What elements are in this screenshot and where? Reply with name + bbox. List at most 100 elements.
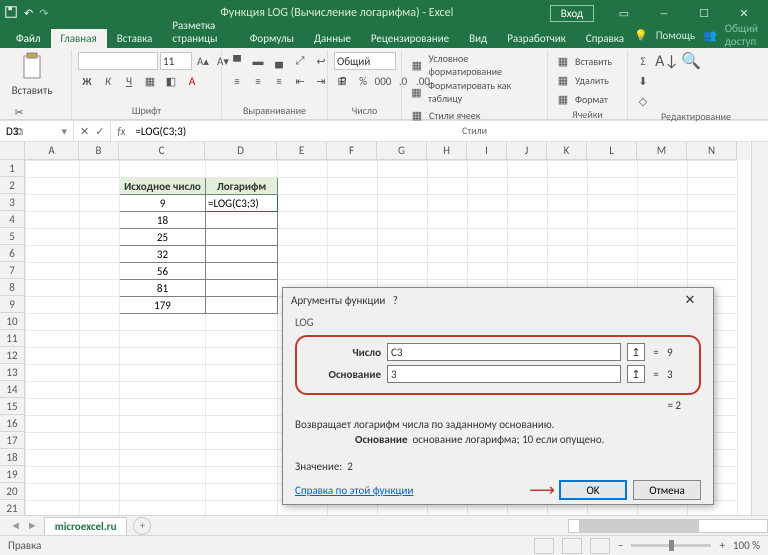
find-select-icon[interactable]: 🔍 [682, 52, 700, 70]
format-table-icon[interactable]: ▦ [408, 83, 425, 101]
cell[interactable] [328, 246, 378, 263]
align-middle-icon[interactable]: ▬ [249, 52, 267, 70]
vertical-scrollbar[interactable] [751, 142, 768, 535]
tab-review[interactable]: Рецензирование [361, 29, 459, 48]
increase-font-icon[interactable]: A▴ [194, 52, 212, 70]
cell[interactable] [328, 195, 378, 212]
row-header[interactable]: 1 [0, 160, 25, 177]
share-icon[interactable]: 👥 [703, 29, 717, 42]
row-header[interactable]: 15 [0, 398, 25, 415]
cell[interactable] [206, 246, 278, 263]
cell[interactable] [278, 161, 328, 178]
row-header[interactable]: 5 [0, 228, 25, 245]
close-icon[interactable]: ✕ [724, 0, 764, 26]
arg1-range-picker-icon[interactable]: ↥ [627, 343, 645, 361]
cell[interactable]: Исходное число [120, 178, 206, 195]
cell[interactable] [508, 212, 548, 229]
cell[interactable] [548, 195, 588, 212]
align-top-icon[interactable]: ▀ [228, 52, 246, 70]
fx-icon[interactable]: fx [111, 121, 131, 141]
cell[interactable] [26, 161, 80, 178]
align-center-icon[interactable]: ≡ [249, 72, 267, 90]
zoom-out-icon[interactable]: − [618, 539, 623, 552]
cell[interactable] [80, 212, 120, 229]
row-header[interactable]: 16 [0, 415, 25, 432]
chevron-down-icon[interactable]: ▾ [61, 125, 67, 138]
bold-icon[interactable]: Ж [78, 72, 96, 90]
column-header[interactable]: F [327, 142, 377, 160]
cell[interactable] [378, 178, 428, 195]
cell[interactable] [206, 399, 278, 416]
arg2-range-picker-icon[interactable]: ↥ [627, 365, 645, 383]
font-name-select[interactable] [78, 52, 158, 70]
save-icon[interactable] [4, 5, 18, 22]
sort-filter-icon[interactable]: A↓ [658, 52, 676, 70]
cell[interactable] [688, 229, 738, 246]
cell[interactable] [548, 263, 588, 280]
cell[interactable] [26, 467, 80, 484]
ok-button[interactable]: OK [559, 480, 627, 500]
row-header[interactable]: 3 [0, 194, 25, 211]
cell[interactable]: 56 [120, 263, 206, 280]
align-bottom-icon[interactable]: ▄ [270, 52, 288, 70]
name-box[interactable]: D3▾ [0, 121, 74, 141]
column-header[interactable]: B [79, 142, 119, 160]
cell[interactable] [26, 280, 80, 297]
row-header[interactable]: 4 [0, 211, 25, 228]
cell[interactable] [206, 280, 278, 297]
cell[interactable] [120, 382, 206, 399]
cell[interactable] [688, 178, 738, 195]
cell[interactable] [688, 161, 738, 178]
cell[interactable] [120, 399, 206, 416]
formula-input[interactable]: =LOG(C3;3) [131, 121, 768, 141]
row-header[interactable]: 11 [0, 330, 25, 347]
align-left-icon[interactable]: ≡ [228, 72, 246, 90]
cell[interactable] [468, 246, 508, 263]
arg1-input[interactable]: C3 [387, 343, 621, 361]
cell[interactable] [688, 212, 738, 229]
login-button[interactable]: Вход [550, 5, 594, 22]
row-header[interactable]: 14 [0, 381, 25, 398]
cell[interactable] [588, 178, 638, 195]
cell[interactable] [120, 433, 206, 450]
cell[interactable] [278, 195, 328, 212]
cell[interactable]: 25 [120, 229, 206, 246]
cell[interactable] [378, 161, 428, 178]
cell[interactable] [120, 161, 206, 178]
cell[interactable] [26, 178, 80, 195]
cell[interactable] [378, 212, 428, 229]
dialog-help-icon[interactable]: ? [385, 294, 405, 307]
cell[interactable] [80, 416, 120, 433]
cell[interactable] [206, 450, 278, 467]
cell[interactable] [26, 382, 80, 399]
cell[interactable]: =LOG(C3;3) [206, 195, 278, 212]
zoom-slider[interactable] [631, 544, 711, 547]
cell[interactable] [468, 229, 508, 246]
zoom-in-icon[interactable]: + [719, 539, 724, 552]
sheet-prev-icon[interactable]: ◄ [10, 519, 21, 532]
cell[interactable] [468, 212, 508, 229]
cell[interactable] [428, 178, 468, 195]
cell[interactable] [428, 246, 468, 263]
cell[interactable] [80, 178, 120, 195]
row-header[interactable]: 6 [0, 245, 25, 262]
cell[interactable] [378, 195, 428, 212]
cell[interactable] [80, 484, 120, 501]
cell[interactable] [206, 212, 278, 229]
clear-icon[interactable]: ◇ [634, 92, 652, 110]
cell[interactable] [26, 246, 80, 263]
cell[interactable] [428, 212, 468, 229]
cell[interactable] [548, 212, 588, 229]
row-header[interactable]: 18 [0, 449, 25, 466]
cell[interactable] [26, 348, 80, 365]
view-normal-icon[interactable] [534, 538, 554, 554]
cell[interactable] [378, 229, 428, 246]
cell[interactable] [548, 246, 588, 263]
cell[interactable] [638, 212, 688, 229]
cell[interactable] [638, 178, 688, 195]
cell[interactable] [428, 263, 468, 280]
align-right-icon[interactable]: ≡ [270, 72, 288, 90]
column-header[interactable]: K [547, 142, 587, 160]
row-header[interactable]: 10 [0, 313, 25, 330]
cell[interactable]: Логарифм [206, 178, 278, 195]
